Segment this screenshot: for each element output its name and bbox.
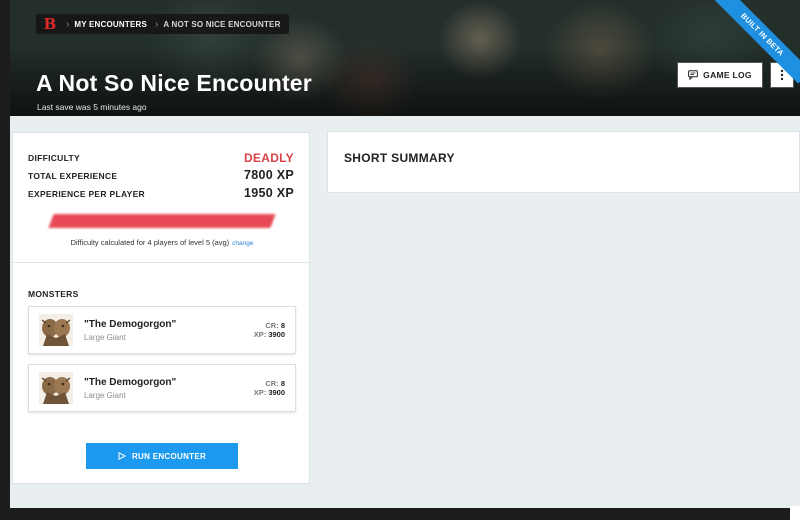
experience-per-player-value: 1950 XP (243, 186, 294, 200)
monster-name: "The Demogorgon" (84, 319, 177, 330)
short-summary-heading: SHORT SUMMARY (344, 151, 455, 165)
xp-key: XP: (253, 388, 267, 397)
cr-key: CR: (265, 379, 279, 388)
difficulty-note-text: Difficulty calculated for 4 players of l… (70, 238, 230, 247)
monster-type: Large Giant (84, 333, 126, 342)
cr-value: 8 (280, 321, 285, 330)
frame-edge-left (0, 0, 10, 520)
chat-icon (688, 70, 699, 80)
monster-cr: CR: 8 (265, 321, 285, 330)
play-icon (118, 452, 126, 460)
xp-key: XP: (253, 330, 267, 339)
monster-portrait (39, 314, 73, 346)
frame-edge-bottom (0, 508, 800, 520)
monster-xp: XP: 3900 (254, 330, 285, 339)
game-log-label: GAME LOG (703, 70, 752, 80)
total-experience-value: 7800 XP (243, 168, 294, 182)
monster-cr: CR: 8 (265, 379, 285, 388)
monster-type: Large Giant (84, 391, 126, 400)
breadcrumb-current[interactable]: A NOT SO NICE ENCOUNTER (163, 20, 280, 29)
more-vertical-icon (780, 69, 784, 81)
difficulty-value: DEADLY (243, 151, 294, 165)
cr-value: 8 (280, 379, 285, 388)
frame-edge-corner (790, 506, 800, 520)
monster-card[interactable]: "The Demogorgon" Large Giant CR: 8 XP: 3… (28, 364, 296, 412)
monster-portrait (39, 372, 73, 404)
brand-logo[interactable]: B (42, 16, 58, 32)
last-save-status: Last save was 5 minutes ago (37, 102, 147, 112)
xp-value: 3900 (268, 330, 285, 339)
difficulty-note: Difficulty calculated for 4 players of l… (13, 238, 311, 247)
monsters-heading: MONSTERS (28, 289, 79, 299)
difficulty-label: DIFFICULTY (28, 153, 80, 163)
breadcrumb-my-encounters[interactable]: MY ENCOUNTERS (74, 20, 147, 29)
cr-key: CR: (265, 321, 279, 330)
chevron-right-icon: › (155, 18, 159, 30)
short-summary-card: SHORT SUMMARY (327, 131, 800, 193)
monster-xp: XP: 3900 (254, 388, 285, 397)
breadcrumb: B › MY ENCOUNTERS › A NOT SO NICE ENCOUN… (36, 14, 289, 34)
run-encounter-label: RUN ENCOUNTER (131, 451, 207, 461)
game-log-button[interactable]: GAME LOG (677, 62, 763, 88)
hero-banner: B › MY ENCOUNTERS › A NOT SO NICE ENCOUN… (10, 0, 800, 116)
xp-value: 3900 (268, 388, 285, 397)
page-title: A Not So Nice Encounter (36, 70, 312, 96)
divider (13, 262, 309, 263)
monster-card[interactable]: "The Demogorgon" Large Giant CR: 8 XP: 3… (28, 306, 296, 354)
encounter-details-card: DIFFICULTY DEADLY TOTAL EXPERIENCE 7800 … (12, 132, 310, 484)
run-encounter-button[interactable]: RUN ENCOUNTER (86, 443, 238, 469)
experience-per-player-label: EXPERIENCE PER PLAYER (28, 189, 145, 199)
change-party-link[interactable]: change (232, 240, 253, 247)
monster-name: "The Demogorgon" (84, 377, 177, 388)
chevron-right-icon: › (66, 18, 70, 30)
total-experience-label: TOTAL EXPERIENCE (28, 171, 118, 181)
difficulty-meter (48, 214, 276, 228)
